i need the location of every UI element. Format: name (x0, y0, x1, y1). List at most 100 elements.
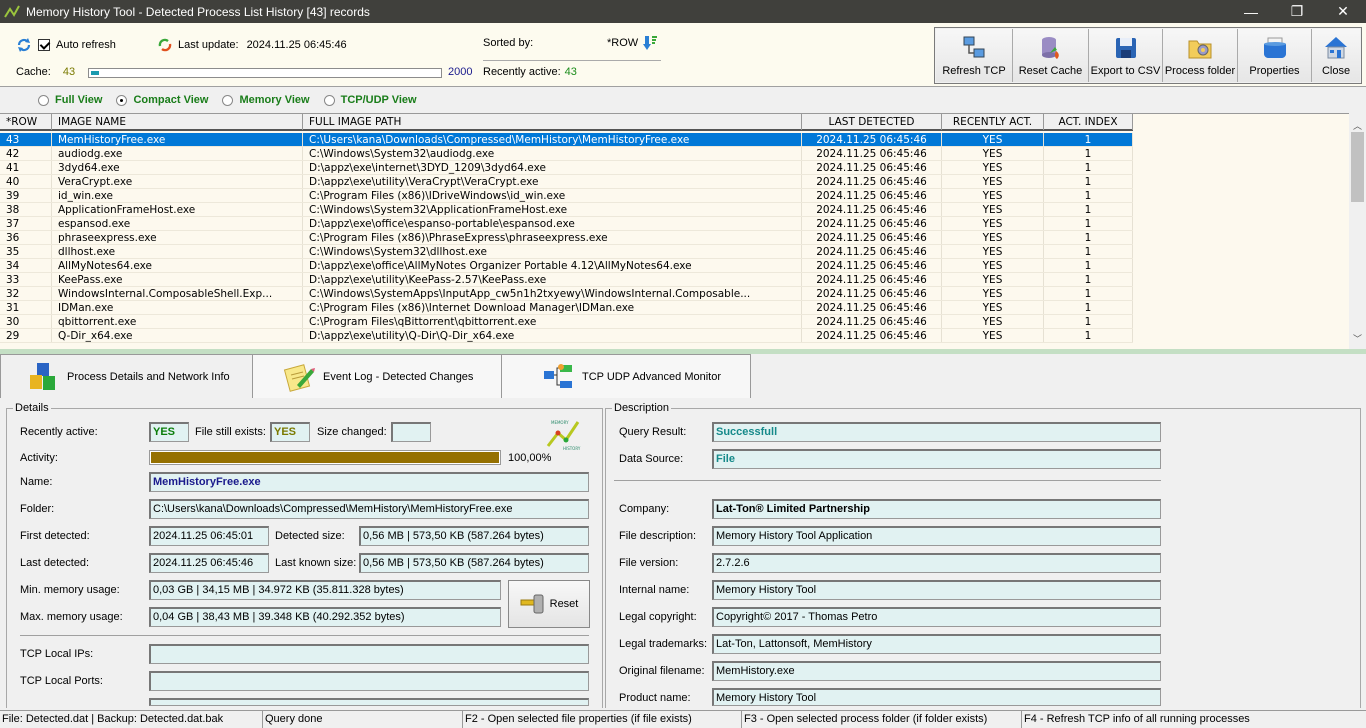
table-row[interactable]: 40 VeraCrypt.exe D:\appz\exe\utility\VeraC… (0, 175, 1133, 189)
table-row[interactable]: 41 3dyd64.exe D:\appz\exe\internet\3DYD_12… (0, 161, 1133, 175)
column-header-row[interactable]: *ROW (0, 114, 52, 130)
table-row[interactable]: 36 phraseexpress.exe C:\Program Files (x86… (0, 231, 1133, 245)
table-cell: 2024.11.25 06:45:46 (802, 147, 942, 160)
table-cell: YES (942, 147, 1044, 160)
table-cell: YES (942, 133, 1044, 146)
view-compact-radio[interactable]: Compact View (116, 94, 208, 106)
recently-active-field: YES (149, 422, 189, 442)
close-window-button[interactable]: ✕ (1320, 0, 1366, 23)
table-cell: 43 (0, 133, 52, 146)
scroll-up-icon[interactable]: ︿ (1353, 119, 1362, 132)
minimize-button[interactable]: — (1228, 0, 1274, 23)
table-cell: C:\Windows\System32\dllhost.exe (303, 245, 802, 258)
close-button[interactable]: Close (1312, 29, 1360, 82)
table-cell: C:\Windows\SystemApps\InputApp_cw5n1h2tx… (303, 287, 802, 300)
table-cell: C:\Program Files (x86)\IDriveWindows\id_… (303, 189, 802, 202)
view-full-label: Full View (55, 94, 103, 106)
main-toolbar: Refresh TCP Reset Cache Export to CSV Pr… (934, 27, 1362, 84)
table-cell: 42 (0, 147, 52, 160)
scrollbar-thumb[interactable] (1351, 132, 1364, 202)
table-cell: qbittorrent.exe (52, 315, 303, 328)
refresh-icon[interactable] (16, 37, 32, 53)
reset-memory-button[interactable]: Reset (508, 580, 590, 628)
table-row[interactable]: 37 espansod.exe D:\appz\exe\office\espanso… (0, 217, 1133, 231)
file-exists-field: YES (270, 422, 310, 442)
column-header-act-index[interactable]: ACT. INDEX (1044, 114, 1133, 130)
properties-button[interactable]: Properties (1238, 29, 1312, 82)
table-row[interactable]: 39 id_win.exe C:\Program Files (x86)\IDriv… (0, 189, 1133, 203)
view-tcp-udp-radio[interactable]: TCP/UDP View (323, 94, 417, 106)
table-cell: 2024.11.25 06:45:46 (802, 217, 942, 230)
table-cell: phraseexpress.exe (52, 231, 303, 244)
table-row[interactable]: 42 audiodg.exe C:\Windows\System32\audiodg… (0, 147, 1133, 161)
table-row[interactable]: 35 dllhost.exe C:\Windows\System32\dllhost… (0, 245, 1133, 259)
table-row[interactable]: 31 IDMan.exe C:\Program Files (x86)\Intern… (0, 301, 1133, 315)
sort-descending-icon[interactable] (642, 35, 658, 51)
cache-max-value: 2000 (448, 66, 473, 78)
last-update-icon (158, 38, 172, 52)
refresh-tcp-button[interactable]: Refresh TCP (936, 29, 1013, 82)
tcp-local-ports-label: TCP Local Ports: (20, 675, 103, 687)
tab-process-details[interactable]: Process Details and Network Info (0, 354, 253, 398)
table-cell: 1 (1044, 287, 1133, 300)
table-cell: 39 (0, 189, 52, 202)
table-cell: 3dyd64.exe (52, 161, 303, 174)
column-header-image-name[interactable]: IMAGE NAME (52, 114, 303, 130)
table-row[interactable]: 29 Q-Dir_x64.exe D:\appz\exe\utility\Q-Dir… (0, 329, 1133, 343)
column-header-recently-active[interactable]: RECENTLY ACT. (942, 114, 1044, 130)
radio-dot (116, 94, 128, 106)
table-cell: 2024.11.25 06:45:46 (802, 315, 942, 328)
table-cell: 34 (0, 259, 52, 272)
table-cell: 2024.11.25 06:45:46 (802, 161, 942, 174)
table-cell: 35 (0, 245, 52, 258)
detected-size-label: Detected size: (275, 530, 345, 542)
grid-vertical-scrollbar[interactable]: ︿ ﹀ (1349, 113, 1366, 349)
table-row[interactable]: 43 MemHistoryFree.exe C:\Users\kana\Downlo… (0, 133, 1133, 147)
column-header-last-detected[interactable]: LAST DETECTED (802, 114, 942, 130)
table-cell: D:\appz\exe\office\espanso-portable\espa… (303, 217, 802, 230)
close-label: Close (1321, 65, 1351, 77)
scroll-down-icon[interactable]: ﹀ (1353, 332, 1362, 345)
recently-active-label: Recently active: (20, 426, 98, 438)
table-cell: MemHistoryFree.exe (52, 133, 303, 146)
table-cell: D:\appz\exe\utility\Q-Dir\Q-Dir_x64.exe (303, 329, 802, 342)
table-row[interactable]: 30 qbittorrent.exe C:\Program Files\qBitto… (0, 315, 1133, 329)
min-memory-field: 0,03 GB | 34,15 MB | 34.972 KB (35.811.3… (149, 580, 501, 600)
table-row[interactable]: 33 KeePass.exe D:\appz\exe\utility\KeePass… (0, 273, 1133, 287)
auto-refresh-checkbox[interactable] (38, 39, 50, 51)
file-description-label: File description: (619, 530, 697, 542)
table-row[interactable]: 38 ApplicationFrameHost.exe C:\Windows\Sys… (0, 203, 1133, 217)
process-folder-button[interactable]: Process folder (1163, 29, 1238, 82)
export-csv-button[interactable]: Export to CSV (1089, 29, 1163, 82)
internal-name-label: Internal name: (619, 584, 690, 596)
sorted-by-label: Sorted by: (483, 37, 534, 49)
view-full-radio[interactable]: Full View (38, 94, 102, 106)
tcp-local-ips-label: TCP Local IPs: (20, 648, 94, 660)
view-memory-radio[interactable]: Memory View (222, 94, 310, 106)
detected-size-field: 0,56 MB | 573,50 KB (587.264 bytes) (359, 526, 589, 546)
table-row[interactable]: 34 AllMyNotes64.exe D:\appz\exe\office\All… (0, 259, 1133, 273)
product-name-label: Product name: (619, 692, 691, 704)
activity-progress-bar (149, 450, 501, 465)
column-header-full-path[interactable]: FULL IMAGE PATH (303, 114, 802, 130)
floppy-disk-icon (1115, 38, 1136, 58)
tab-event-log[interactable]: Event Log - Detected Changes (253, 354, 502, 398)
file-version-label: File version: (619, 557, 679, 569)
table-cell: YES (942, 217, 1044, 230)
reset-cache-button[interactable]: Reset Cache (1013, 29, 1089, 82)
table-cell: 1 (1044, 273, 1133, 286)
maximize-button[interactable]: ❐ (1274, 0, 1320, 23)
last-detected-field: 2024.11.25 06:45:46 (149, 553, 269, 573)
table-cell: YES (942, 245, 1044, 258)
table-cell: 1 (1044, 259, 1133, 272)
table-cell: C:\Users\kana\Downloads\Compressed\MemHi… (303, 133, 802, 146)
tab-tcp-udp-monitor[interactable]: TCP UDP Advanced Monitor (502, 354, 751, 398)
table-cell: 2024.11.25 06:45:46 (802, 245, 942, 258)
table-row[interactable]: 32 WindowsInternal.ComposableShell.Exp...… (0, 287, 1133, 301)
svg-text:HISTORY: HISTORY (563, 446, 581, 451)
size-changed-field (391, 422, 431, 442)
last-update-value: 2024.11.25 06:45:46 (246, 39, 347, 51)
table-cell: YES (942, 189, 1044, 202)
table-cell: YES (942, 203, 1044, 216)
table-cell: audiodg.exe (52, 147, 303, 160)
